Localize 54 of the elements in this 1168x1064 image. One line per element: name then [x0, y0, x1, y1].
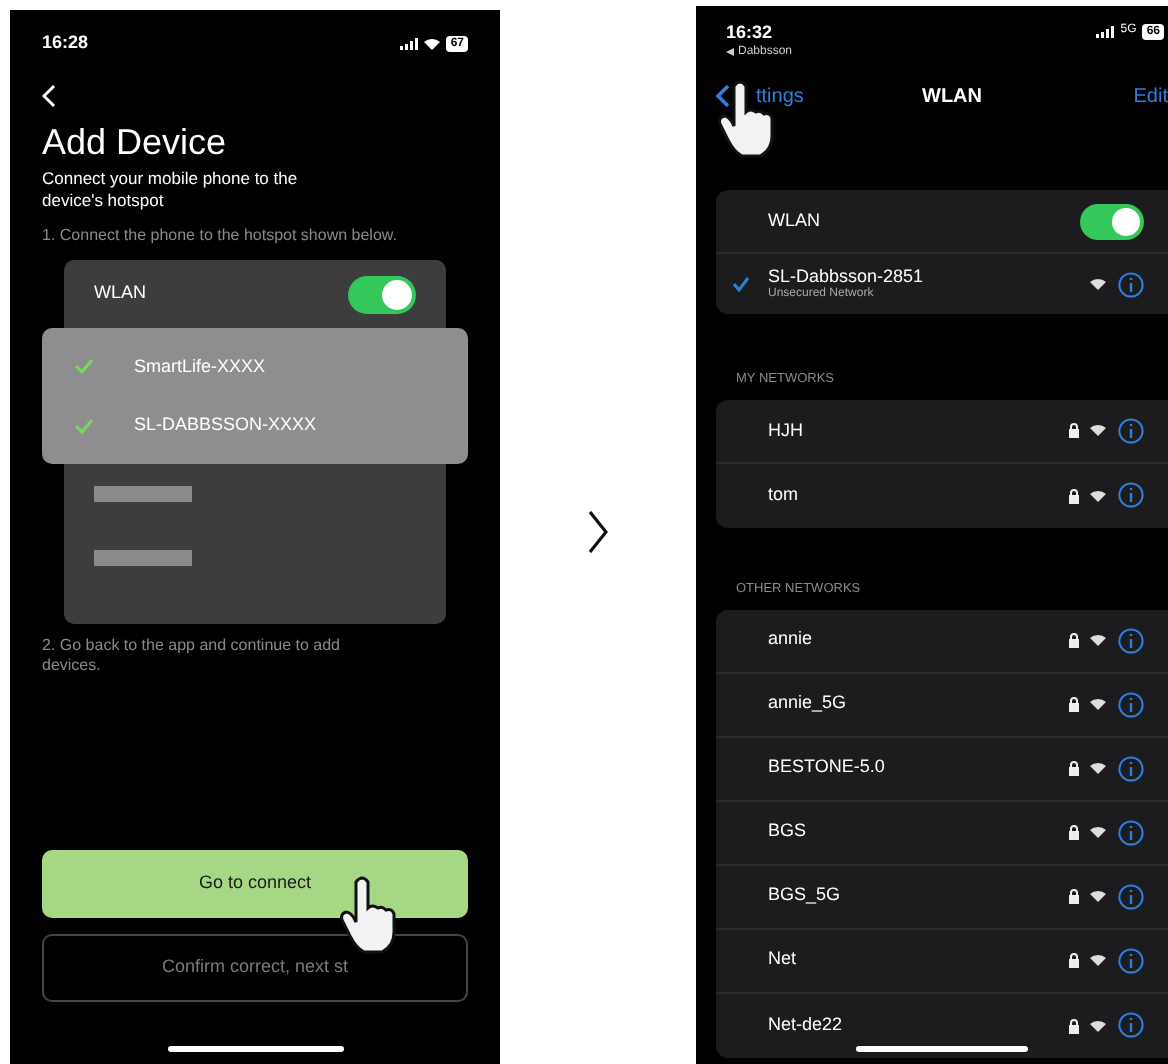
wifi-icon [1090, 278, 1106, 290]
network-name[interactable]: annie_5G [768, 690, 847, 718]
signal-icon [400, 37, 419, 49]
check-icon [732, 276, 750, 292]
info-icon[interactable] [1118, 1012, 1144, 1038]
wifi-icon [1090, 424, 1106, 437]
toggle-switch[interactable] [348, 275, 416, 313]
info-icon[interactable] [1118, 627, 1144, 653]
subtitle: Connect your mobile phone to the device's hotspot [42, 168, 300, 212]
wlan-label: WLAN [768, 207, 821, 234]
placeholder-bar [94, 550, 192, 566]
network-name[interactable]: Net-de22 [768, 1011, 843, 1039]
wifi-icon [424, 37, 441, 49]
connect-button[interactable]: Go to connect [42, 850, 468, 918]
chevron-right-icon [588, 510, 608, 554]
info-icon[interactable] [1118, 883, 1144, 909]
info-icon[interactable] [1118, 947, 1144, 973]
signal-icon [1096, 25, 1115, 37]
wifi-icon [1090, 954, 1106, 966]
hand-pointer-icon [338, 874, 398, 954]
wifi-icon [1090, 634, 1106, 646]
wifi-icon [1090, 826, 1106, 838]
info-icon[interactable] [1118, 691, 1144, 717]
network-name[interactable]: Net [768, 946, 797, 974]
status-time: 16:32 [726, 22, 775, 44]
step-text: 2. Go back to the app and continue to add devices. [42, 636, 342, 676]
status-time: 16:28 [42, 29, 89, 56]
wlan-label: WLAN [94, 280, 147, 307]
wifi-icon [1090, 489, 1106, 502]
wifi-icon [1090, 890, 1106, 902]
info-icon[interactable] [1118, 417, 1144, 444]
confirm-button[interactable]: Confirm correct, next st [42, 934, 468, 1002]
info-icon[interactable] [1118, 271, 1144, 297]
network-name[interactable]: annie [768, 626, 813, 654]
info-icon[interactable] [1118, 819, 1144, 845]
page-title: Add Device [42, 120, 229, 164]
network-name[interactable]: tom [768, 482, 799, 509]
network-name[interactable]: SL-Dabbsson-2851 [768, 266, 924, 288]
placeholder-bar [94, 486, 192, 502]
back-triangle-icon[interactable] [726, 48, 734, 56]
network-name[interactable]: BGS [768, 818, 807, 846]
back-link[interactable]: ttings [756, 81, 804, 111]
wifi-icon [1090, 762, 1106, 774]
wifi-icon [1090, 1019, 1106, 1031]
info-icon[interactable] [1118, 755, 1144, 781]
network-name[interactable]: BESTONE-5.0 [768, 754, 885, 782]
toggle-switch[interactable] [1080, 203, 1144, 239]
step-text: 1. Connect the phone to the hotspot shown below. [42, 226, 399, 246]
nav-title: WLAN [922, 83, 982, 111]
network-name[interactable]: BGS_5G [768, 882, 841, 910]
network-name[interactable]: HJH [768, 417, 803, 444]
edit-link[interactable]: Edit [1133, 81, 1168, 111]
info-icon[interactable] [1118, 482, 1144, 509]
wifi-icon [1090, 698, 1106, 710]
